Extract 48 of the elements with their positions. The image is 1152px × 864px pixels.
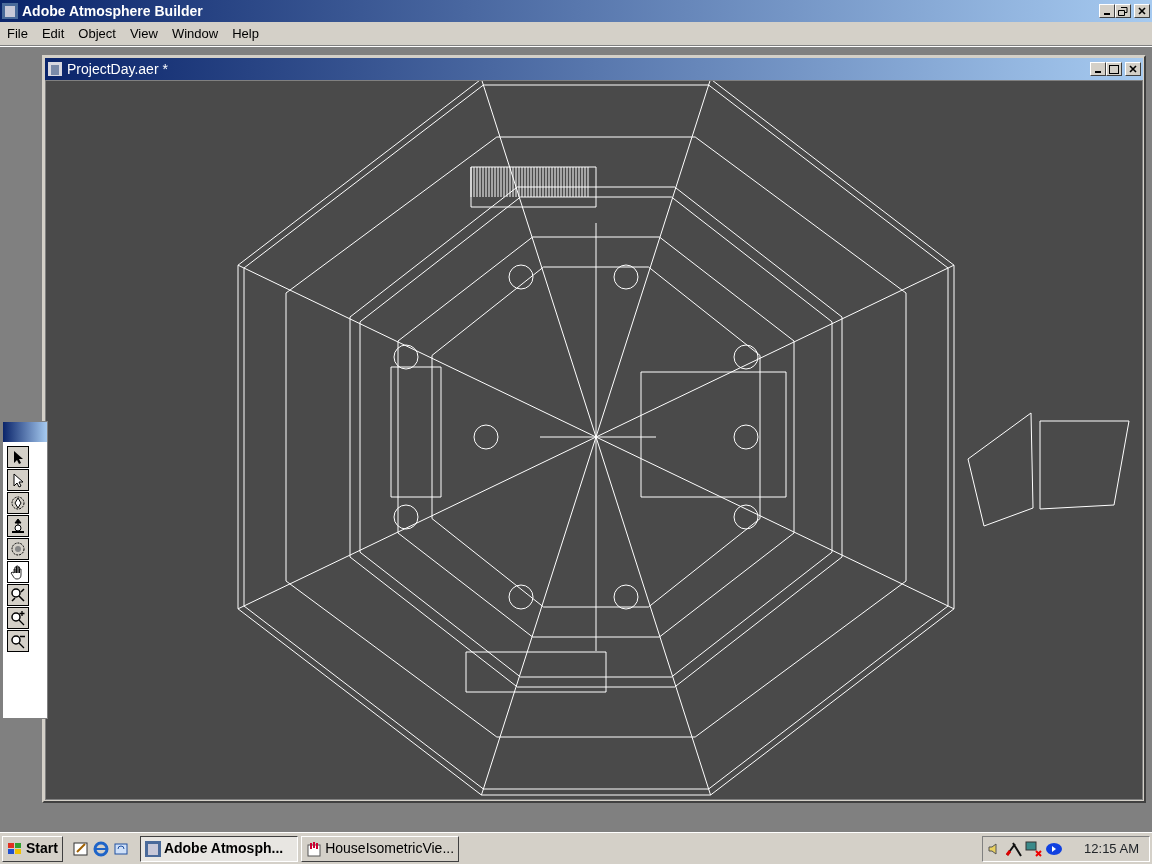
tool-button[interactable] <box>7 607 29 630</box>
app-icon <box>2 3 18 19</box>
window-title: Adobe Atmosphere Builder <box>22 1 203 21</box>
document-title: ProjectDay.aer * <box>67 59 168 79</box>
menu-item[interactable]: File <box>0 23 35 44</box>
hollow-pointer-icon <box>10 472 26 489</box>
tool-button[interactable] <box>7 515 29 538</box>
sync-icon[interactable] <box>113 840 130 857</box>
desktop-icon[interactable] <box>73 840 90 857</box>
tool-button[interactable] <box>7 469 29 492</box>
tool-button[interactable] <box>7 630 29 653</box>
menu-item[interactable]: Window <box>164 23 226 44</box>
menu-item[interactable]: Edit <box>34 23 72 44</box>
app-icon <box>144 840 161 857</box>
close-icon <box>1138 7 1146 15</box>
tool-button[interactable] <box>7 538 29 561</box>
tool-button[interactable] <box>7 561 29 584</box>
menu-item[interactable]: Help <box>225 23 266 44</box>
menu-item[interactable]: Object <box>71 23 123 44</box>
chat-bubble-icon[interactable] <box>1044 841 1063 856</box>
tool-button[interactable] <box>7 584 29 607</box>
start-button[interactable]: Start <box>2 835 63 862</box>
maximize-icon <box>1108 64 1119 74</box>
zoom-fit-icon <box>10 587 26 604</box>
clock: 12:15 AM <box>1084 839 1139 858</box>
restore-icon <box>1117 6 1128 16</box>
tool-icon[interactable] <box>1004 840 1023 857</box>
tool-button[interactable] <box>7 492 29 515</box>
paint-icon <box>306 840 323 857</box>
minimize-button[interactable] <box>1098 4 1115 18</box>
menu-item[interactable]: View <box>122 23 165 44</box>
zoom-out-icon <box>10 633 26 650</box>
close-button[interactable] <box>1134 4 1150 18</box>
windows-logo-icon <box>7 841 23 856</box>
document-icon <box>47 61 63 77</box>
taskbar-button[interactable]: HouseIsometricVie... <box>301 835 460 862</box>
taskbar-button[interactable]: Adobe Atmosph... <box>139 835 298 862</box>
minimize-button[interactable] <box>1089 62 1106 76</box>
palette-title-bar[interactable] <box>3 422 47 442</box>
orbit-icon <box>10 541 26 558</box>
close-icon <box>1129 65 1137 73</box>
zoom-in-icon <box>10 610 26 627</box>
close-button[interactable] <box>1125 62 1141 76</box>
tool-button[interactable] <box>7 446 29 469</box>
lift-icon <box>10 518 26 535</box>
browser-icon[interactable] <box>93 840 110 857</box>
rotate-icon <box>10 495 26 512</box>
network-icon[interactable] <box>1024 840 1043 857</box>
